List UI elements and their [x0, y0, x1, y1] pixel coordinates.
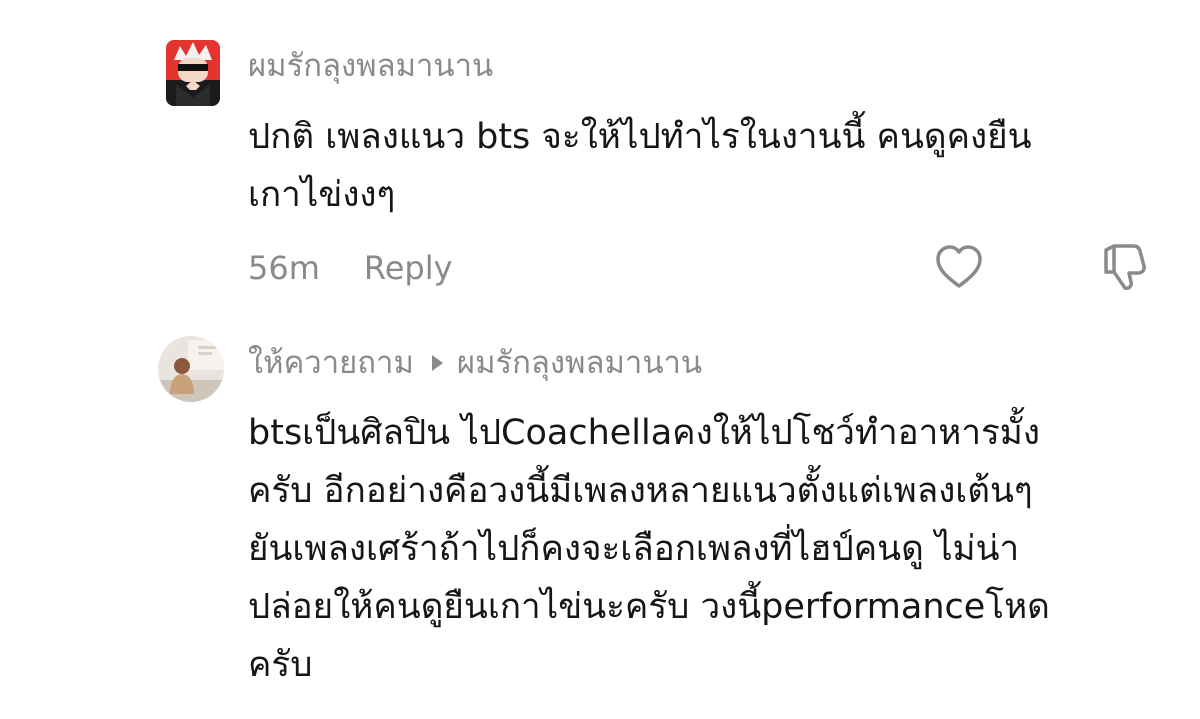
- comment-line: ครับ อีกอย่างคือวงนี้มีเพลงหลายแนวตั้งแต…: [248, 471, 1033, 511]
- comment-line: ปล่อยให้คนดูยืนเกาไข่นะครับ วงนี้perform…: [248, 587, 1050, 627]
- username[interactable]: ให้ควายถาม: [248, 347, 414, 379]
- thumbs-down-outline-icon[interactable]: [1100, 242, 1152, 292]
- comment-header: ผมรักลุงพลมานาน: [248, 46, 493, 86]
- user-avatar[interactable]: [158, 336, 224, 402]
- comment-line: ยันเพลงเศร้าถ้าไปก็คงจะเลือกเพลงที่ไฮป์ค…: [248, 529, 1020, 569]
- comment-text: ปกติ เพลงแนว bts จะให้ไปทำไรในงานนี้ คนด…: [248, 108, 1178, 224]
- heart-outline-icon[interactable]: [934, 244, 984, 290]
- comment-text: btsเป็นศิลปิน ไปCoachellaคงให้ไปโชว์ทำอา…: [248, 404, 1178, 694]
- reply-button[interactable]: Reply: [364, 252, 453, 284]
- comment-time: 56m: [248, 249, 320, 287]
- comment-header: ให้ควายถาม ผมรักลุงพลมานาน: [248, 343, 702, 383]
- anime-character-avatar-icon: [166, 40, 220, 106]
- username[interactable]: ผมรักลุงพลมานาน: [248, 50, 493, 82]
- comment-line: ครับ: [248, 645, 313, 685]
- photo-avatar-icon: [158, 336, 224, 402]
- user-avatar[interactable]: [166, 40, 220, 106]
- reply-arrow-icon: [431, 355, 443, 371]
- comment-line: ปกติ เพลงแนว bts จะให้ไปทำไรในงานนี้ คนด…: [248, 117, 1032, 157]
- comment-line: btsเป็นศิลปิน ไปCoachellaคงให้ไปโชว์ทำอา…: [248, 413, 1040, 453]
- reply-to-username[interactable]: ผมรักลุงพลมานาน: [457, 347, 702, 379]
- comment-meta: 56m Reply: [248, 250, 453, 286]
- comment-line: เกาไข่งงๆ: [248, 175, 396, 215]
